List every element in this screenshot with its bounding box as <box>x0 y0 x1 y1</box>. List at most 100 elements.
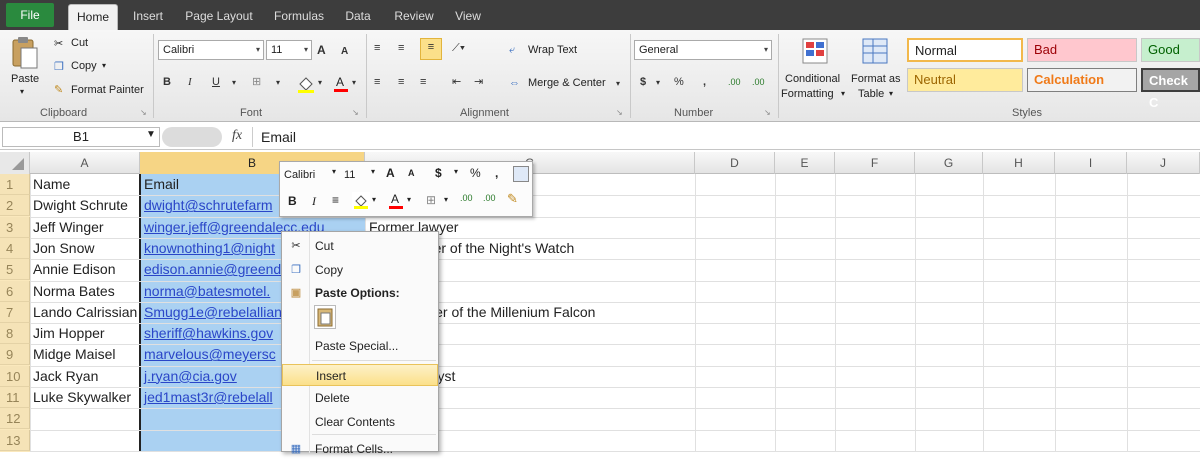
mini-currency-button[interactable]: $ <box>435 166 442 180</box>
shrink-font-button[interactable]: A <box>341 44 348 60</box>
cell-a[interactable]: Jack Ryan <box>30 366 140 387</box>
percent-button[interactable]: % <box>674 74 684 90</box>
formula-bar-resize-handle[interactable] <box>162 127 222 147</box>
tab-home[interactable]: Home <box>68 4 118 30</box>
mini-comma-button[interactable]: , <box>495 166 498 180</box>
fx-icon[interactable]: fx <box>232 128 242 144</box>
mini-grow-font-icon[interactable]: A <box>386 166 395 180</box>
tab-formulas[interactable]: Formulas <box>268 4 330 30</box>
cell-a[interactable]: Jon Snow <box>30 238 140 259</box>
conditional-formatting-icon[interactable] <box>800 36 830 66</box>
tab-file[interactable]: File <box>6 3 54 27</box>
mini-percent-button[interactable]: % <box>470 166 481 180</box>
copy-button[interactable]: Copy <box>71 60 97 72</box>
cut-button[interactable]: Cut <box>71 37 88 49</box>
chevron-down-icon[interactable]: ▼ <box>146 129 156 140</box>
style-calculation[interactable]: Calculation <box>1027 68 1137 92</box>
style-normal[interactable]: Normal <box>907 38 1023 62</box>
increase-decimal-button[interactable]: .00 <box>728 74 741 90</box>
menu-item-insert[interactable]: Insert <box>282 364 438 386</box>
row-header[interactable]: 12 <box>0 408 30 430</box>
cell-a[interactable]: Midge Maisel <box>30 344 140 365</box>
column-header-a[interactable]: A <box>30 152 140 174</box>
style-neutral[interactable]: Neutral <box>907 68 1023 92</box>
chevron-down-icon[interactable]: ▾ <box>841 89 845 98</box>
format-painter-icon[interactable]: ✎ <box>54 83 63 96</box>
row-header[interactable]: 7 <box>0 301 30 323</box>
underline-button[interactable]: U <box>212 74 220 90</box>
chevron-down-icon[interactable]: ▾ <box>332 167 336 176</box>
formula-input[interactable]: Email <box>252 127 1198 147</box>
style-good[interactable]: Good <box>1141 38 1200 62</box>
conditional-formatting-label-2[interactable]: Formatting <box>781 88 834 100</box>
copy-icon[interactable]: ❐ <box>54 60 64 73</box>
row-header[interactable]: 13 <box>0 429 30 451</box>
currency-button[interactable]: $ <box>640 74 646 90</box>
paste-button[interactable]: Paste <box>11 73 39 85</box>
font-size-select[interactable]: 11 ▾ <box>266 40 312 60</box>
bold-button[interactable]: B <box>163 74 171 90</box>
fill-color-icon[interactable] <box>296 74 316 94</box>
wrap-text-icon[interactable]: ⤶ <box>509 42 515 58</box>
cell-a[interactable]: Luke Skywalker <box>30 387 140 408</box>
borders-icon[interactable]: ⊞ <box>252 74 261 90</box>
row-header[interactable]: 11 <box>0 387 30 408</box>
cut-icon[interactable]: ✂ <box>54 37 63 50</box>
row-header[interactable]: 5 <box>0 259 30 281</box>
italic-button[interactable]: I <box>188 74 192 90</box>
select-all-corner[interactable] <box>0 152 30 174</box>
chevron-down-icon[interactable]: ▾ <box>889 89 893 98</box>
mini-bold-button[interactable]: B <box>288 194 297 208</box>
increase-indent-icon[interactable]: ⇥ <box>474 74 483 90</box>
menu-item-cut[interactable]: ✂ Cut <box>282 235 438 257</box>
mini-borders-icon[interactable]: ⊞ <box>426 193 436 207</box>
dialog-launcher-icon[interactable]: ↘ <box>140 108 147 117</box>
chevron-down-icon[interactable]: ▾ <box>444 195 448 204</box>
paste-clipboard-icon[interactable] <box>314 305 336 329</box>
dialog-launcher-icon[interactable]: ↘ <box>764 108 771 117</box>
tab-insert[interactable]: Insert <box>126 4 170 30</box>
row-header[interactable]: 9 <box>0 344 30 366</box>
column-header-i[interactable]: I <box>1055 152 1127 174</box>
menu-item-copy[interactable]: ❐ Copy <box>282 259 438 281</box>
number-format-select[interactable]: General ▾ <box>634 40 772 60</box>
chevron-down-icon[interactable]: ▾ <box>372 195 376 204</box>
align-center-icon[interactable]: ≡ <box>398 74 404 90</box>
cell-a[interactable]: Jeff Winger <box>30 217 140 238</box>
cell-a[interactable]: Name <box>30 174 140 195</box>
chevron-down-icon[interactable]: ▾ <box>352 75 356 91</box>
mini-increase-decimal-icon[interactable]: .00 <box>460 193 473 203</box>
cell-a[interactable]: Norma Bates <box>30 281 140 302</box>
orientation-icon[interactable]: ⟋▾ <box>452 40 465 56</box>
column-header-e[interactable]: E <box>775 152 835 174</box>
chevron-down-icon[interactable]: ▾ <box>616 76 620 92</box>
comma-button[interactable]: , <box>703 74 706 90</box>
tab-review[interactable]: Review <box>388 4 440 30</box>
mini-font-color-icon[interactable]: A <box>388 192 404 210</box>
format-painter-button[interactable]: Format Painter <box>71 84 144 96</box>
copy-dropdown-icon[interactable]: ▾ <box>102 61 106 70</box>
align-left-icon[interactable]: ≡ <box>374 74 380 90</box>
mini-fill-color-icon[interactable] <box>352 192 370 210</box>
column-header-f[interactable]: F <box>835 152 915 174</box>
mini-italic-button[interactable]: I <box>312 194 316 209</box>
row-header[interactable]: 1 <box>0 174 30 195</box>
row-header[interactable]: 2 <box>0 195 30 217</box>
style-check-cell[interactable]: Check C <box>1141 68 1200 110</box>
row-header[interactable]: 3 <box>0 216 30 238</box>
row-header[interactable]: 6 <box>0 280 30 302</box>
font-name-select[interactable]: Calibri ▾ <box>158 40 264 60</box>
chevron-down-icon[interactable]: ▾ <box>407 195 411 204</box>
cell-a[interactable]: Annie Edison <box>30 259 140 280</box>
font-color-icon[interactable]: A <box>332 74 350 94</box>
chevron-down-icon[interactable]: ▾ <box>276 75 280 91</box>
align-bottom-icon[interactable]: ≡ <box>420 38 442 60</box>
mini-format-table-icon[interactable] <box>513 166 529 182</box>
mini-size-select[interactable]: 11 <box>344 166 355 184</box>
style-bad[interactable]: Bad <box>1027 38 1137 62</box>
mini-format-painter-icon[interactable]: ✎ <box>507 191 518 207</box>
mini-shrink-font-icon[interactable]: A <box>408 168 415 178</box>
column-header-g[interactable]: G <box>915 152 983 174</box>
merge-center-button[interactable]: Merge & Center <box>528 77 606 89</box>
chevron-down-icon[interactable]: ▾ <box>656 75 660 91</box>
